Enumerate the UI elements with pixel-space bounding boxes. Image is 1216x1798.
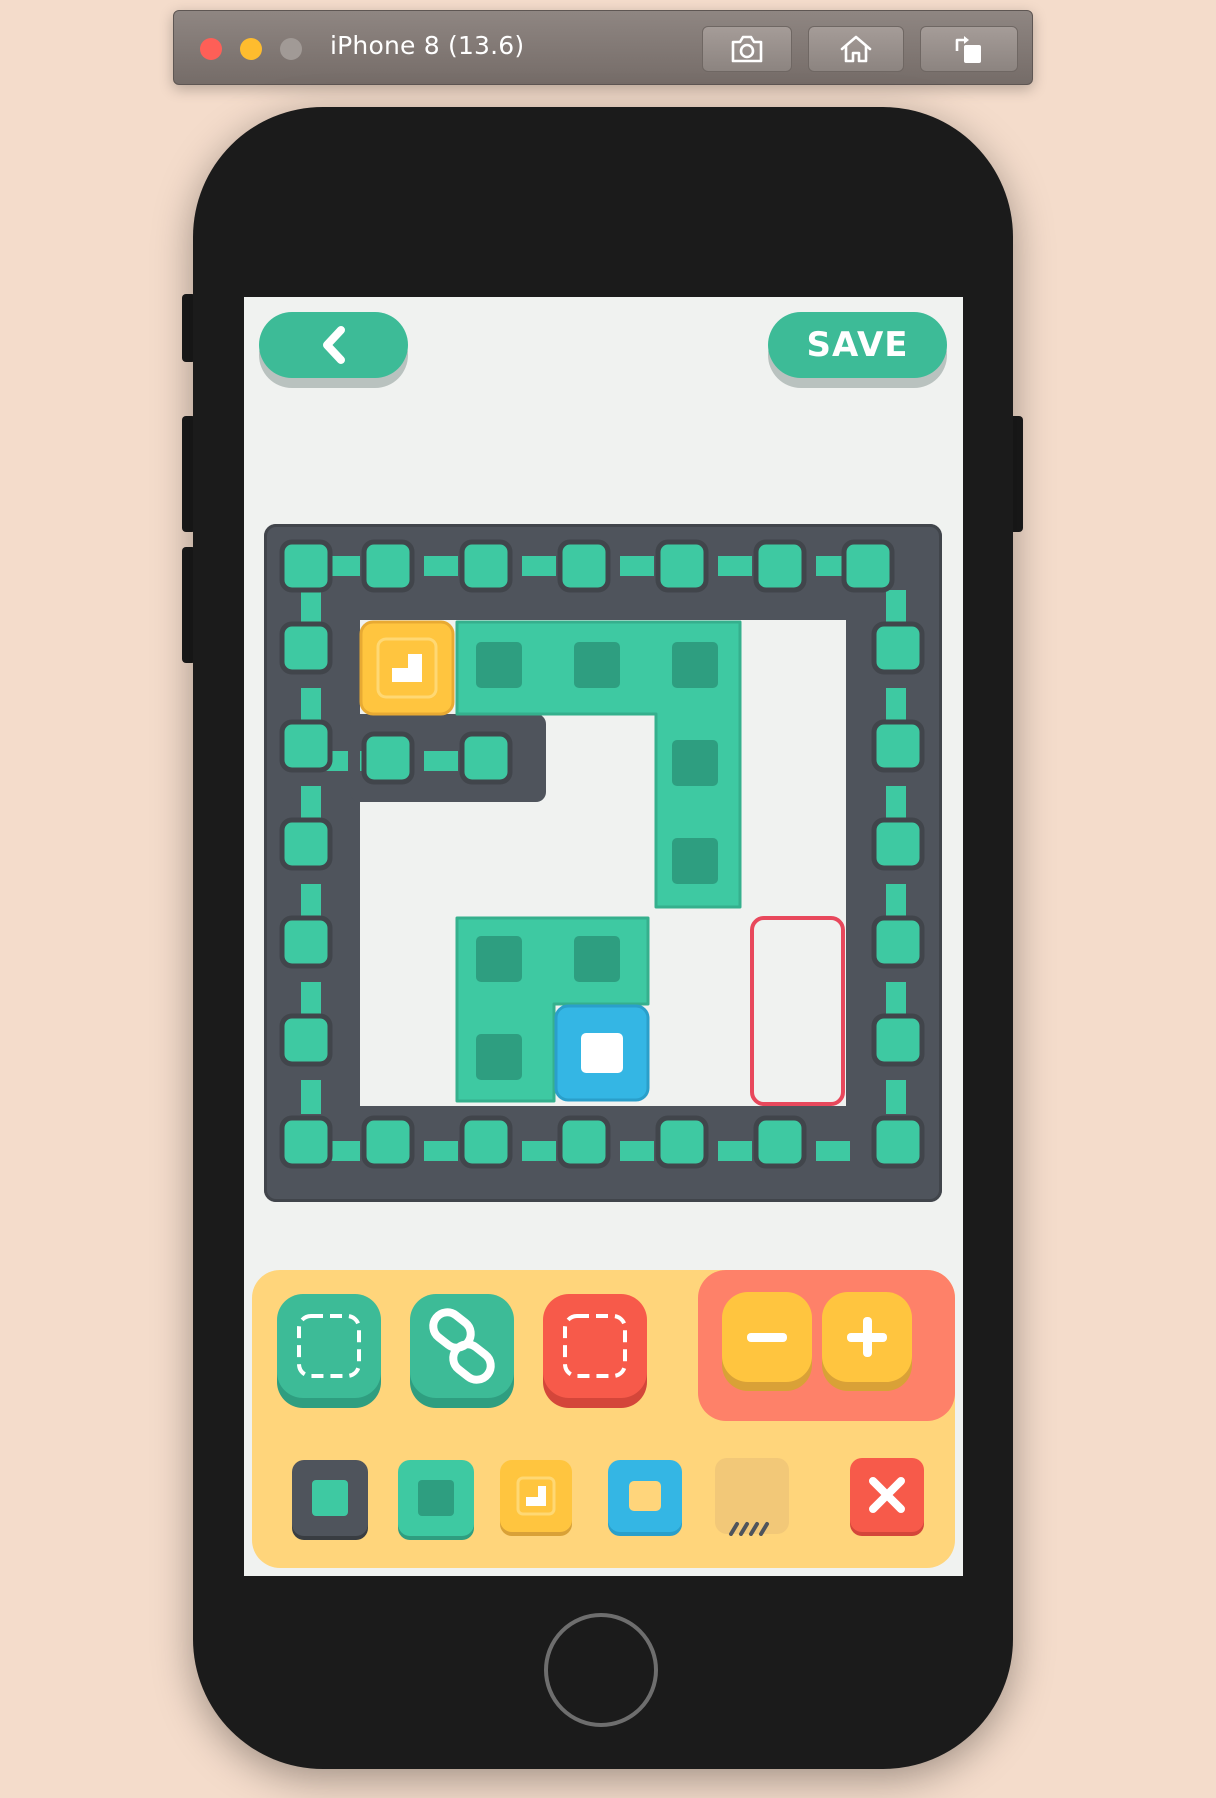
dashed-square-icon — [563, 1314, 627, 1378]
decrease-size-button[interactable] — [722, 1292, 812, 1382]
screenshot-button[interactable] — [702, 26, 792, 72]
window-title: iPhone 8 (13.6) — [330, 31, 525, 60]
back-button[interactable] — [259, 312, 408, 378]
minus-icon — [747, 1333, 787, 1342]
home-button[interactable] — [808, 26, 904, 72]
board-grid — [279, 539, 925, 1169]
dotted-edge-icon — [729, 1522, 769, 1536]
goal-piece[interactable] — [359, 620, 455, 716]
goal-tile-button[interactable] — [500, 1460, 572, 1532]
save-button[interactable]: SAVE — [768, 312, 947, 378]
save-button-label: SAVE — [806, 325, 909, 365]
delete-tile-button[interactable] — [850, 1458, 924, 1532]
size-panel — [698, 1270, 955, 1421]
chevron-left-icon — [322, 326, 345, 364]
empty-tile-button[interactable] — [715, 1458, 789, 1536]
select-block-tool-button[interactable] — [277, 1294, 381, 1398]
link-tool-button[interactable] — [410, 1294, 514, 1398]
player-cell-icon — [629, 1481, 661, 1511]
editor-toolbar — [252, 1270, 955, 1568]
rotate-icon — [955, 36, 981, 63]
player-piece[interactable] — [554, 1004, 650, 1102]
phone-home-button[interactable] — [544, 1613, 658, 1727]
home-icon — [840, 35, 872, 63]
plus-icon — [847, 1317, 887, 1357]
wall-node-icon — [312, 1480, 348, 1516]
chain-link-icon — [429, 1308, 495, 1384]
corner-marker-icon — [392, 654, 422, 682]
simulator-title-bar: iPhone 8 (13.6) — [173, 10, 1033, 85]
block-cell-icon — [418, 1480, 454, 1516]
wall-tile-button[interactable] — [292, 1460, 368, 1536]
camera-icon — [731, 35, 763, 63]
zoom-window-button[interactable] — [280, 38, 302, 60]
level-board[interactable] — [264, 524, 942, 1202]
rotate-button[interactable] — [920, 26, 1018, 72]
close-window-button[interactable] — [200, 38, 222, 60]
minimize-window-button[interactable] — [240, 38, 262, 60]
close-icon — [869, 1477, 905, 1513]
increase-size-button[interactable] — [822, 1292, 912, 1382]
erase-area-tool-button[interactable] — [543, 1294, 647, 1398]
corner-marker-icon — [516, 1476, 556, 1516]
app-screen: SAVE — [244, 297, 963, 1576]
dashed-square-icon — [297, 1314, 361, 1378]
block-tile-button[interactable] — [398, 1460, 474, 1536]
player-tile-button[interactable] — [608, 1460, 682, 1532]
